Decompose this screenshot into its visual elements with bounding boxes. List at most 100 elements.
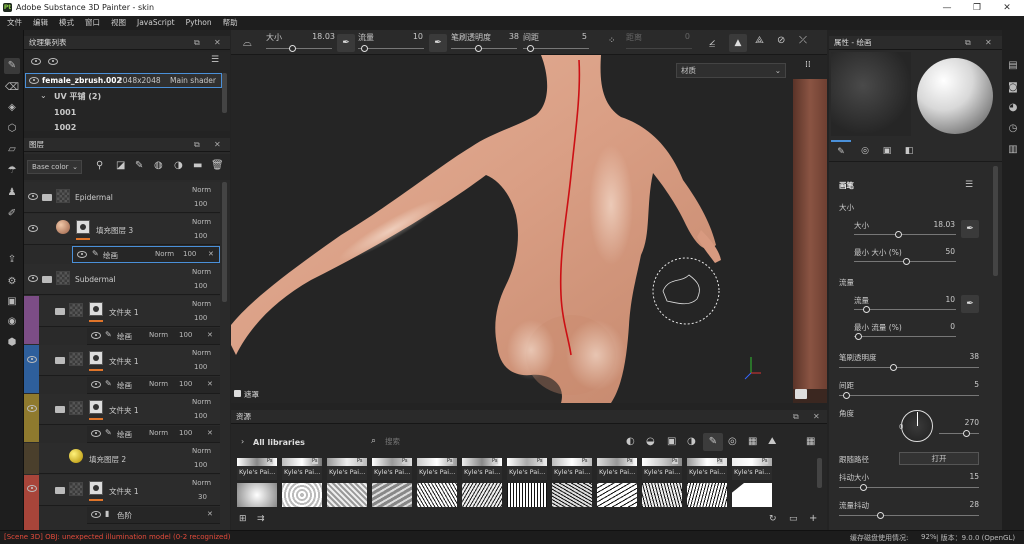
effects-icon[interactable]: ⚲	[96, 160, 103, 171]
trash-icon[interactable]: 🗑	[211, 160, 224, 171]
display-settings-icon[interactable]: ◙	[1005, 80, 1021, 96]
material-sphere-preview[interactable]	[917, 58, 993, 134]
asset-thumbnail[interactable]	[597, 483, 637, 507]
close-panel-icon[interactable]: ✕	[214, 138, 221, 152]
layer-mask[interactable]	[89, 351, 103, 365]
uv-tiles-row[interactable]: ⌄ UV 平铺 (2)	[24, 89, 222, 103]
mirror-icon[interactable]: ⟁	[755, 35, 764, 46]
slider-knob[interactable]	[289, 45, 296, 52]
asset-thumbnail[interactable]	[642, 483, 682, 507]
flow-jitter-slider[interactable]	[839, 515, 979, 516]
blend-mode[interactable]: Norm	[192, 479, 211, 487]
opacity-value[interactable]: 100	[179, 331, 192, 339]
size-jitter-value[interactable]: 15	[939, 472, 979, 481]
blend-mode[interactable]: Norm	[149, 331, 168, 339]
geometry-fill-icon[interactable]: ⬡	[4, 121, 20, 137]
brush-icon[interactable]: ✎	[135, 160, 143, 171]
spacing-value[interactable]: 5	[571, 32, 587, 41]
min-size-value[interactable]: 50	[915, 247, 955, 256]
blend-mode[interactable]: Norm	[149, 380, 168, 388]
stroke-opacity-slider[interactable]	[839, 367, 979, 368]
package-icon[interactable]: ⬢	[4, 335, 20, 351]
material-tab-icon[interactable]: ◎	[855, 140, 875, 162]
occlusion-icon[interactable]: ⊘	[777, 35, 785, 46]
spacing-slider[interactable]	[839, 395, 979, 396]
chevron-right-icon[interactable]: ›	[241, 437, 244, 446]
channel-select[interactable]: Base color ⌄	[27, 160, 82, 174]
sublayer-row[interactable]: ✎ 绘画 Norm 100 ✕	[87, 328, 220, 345]
eye-icon[interactable]	[91, 430, 101, 437]
slider-knob[interactable]	[860, 484, 867, 491]
eye-icon[interactable]	[77, 251, 87, 258]
asset-thumbnail[interactable]	[417, 483, 457, 507]
pen-pressure-icon[interactable]: ✒	[429, 34, 447, 52]
scrollbar[interactable]	[993, 166, 998, 276]
menu-lines-icon[interactable]: ☰	[211, 55, 219, 65]
bake-icon[interactable]: ⚙	[4, 274, 20, 290]
viewer-settings-icon[interactable]: ◕	[1005, 100, 1021, 116]
add-icon[interactable]: +	[809, 513, 817, 524]
close-panel-icon[interactable]: ✕	[813, 410, 820, 424]
asset-thumbnail[interactable]	[507, 483, 547, 507]
lazy-mouse-icon[interactable]: ⁘	[608, 36, 616, 46]
alignment-icon[interactable]: ⦤	[709, 35, 715, 49]
uv-tile-item[interactable]: 1002	[54, 123, 76, 130]
menu-javascript[interactable]: JavaScript	[137, 16, 175, 30]
opacity-value[interactable]: 100	[179, 429, 192, 437]
history-icon[interactable]: ◷	[1005, 121, 1021, 137]
asset-item[interactable]: Ps Kyle's Pai...	[732, 458, 772, 480]
layer-row[interactable]: 文件夹 1 Norm 100	[39, 345, 220, 376]
layer-row[interactable]: 文件夹 1 Norm 100	[39, 394, 220, 425]
close-button[interactable]: ✕	[992, 1, 1022, 15]
remove-icon[interactable]: ✕	[207, 429, 213, 437]
opacity-value[interactable]: 100	[194, 282, 207, 290]
eye-icon[interactable]	[91, 332, 101, 339]
asset-thumbnail[interactable]	[327, 483, 367, 507]
opacity-value[interactable]: 100	[194, 363, 207, 371]
asset-item[interactable]: Ps Kyle's Pai...	[237, 458, 277, 480]
polygon-fill-icon[interactable]: ▱	[4, 142, 20, 158]
float-panel-icon[interactable]: ⧉	[965, 36, 971, 50]
layer-mask[interactable]	[89, 400, 103, 414]
asset-thumbnail[interactable]	[462, 483, 502, 507]
slider-knob[interactable]	[361, 45, 368, 52]
grid-icon[interactable]: ⁞⁞	[805, 60, 811, 70]
eye-icon[interactable]	[31, 58, 41, 65]
slider-knob[interactable]	[963, 430, 970, 437]
eye-icon[interactable]	[91, 511, 101, 518]
menu-window[interactable]: 窗口	[85, 16, 100, 30]
blend-mode[interactable]: Norm	[149, 429, 168, 437]
refresh-icon[interactable]: ↻	[769, 514, 777, 524]
pen-pressure-icon[interactable]: ✒	[961, 220, 979, 238]
layer-mask[interactable]	[89, 302, 103, 316]
slider-knob[interactable]	[877, 512, 884, 519]
opacity-value[interactable]: 100	[194, 461, 207, 469]
asset-thumbnail[interactable]	[237, 483, 277, 507]
procedural-filter-icon[interactable]: ▦	[748, 436, 757, 447]
remove-icon[interactable]: ✕	[207, 510, 213, 518]
material-select[interactable]: 材质 ⌄	[676, 63, 786, 78]
min-flow-value[interactable]: 0	[915, 322, 955, 331]
follow-path-toggle[interactable]: 打开	[899, 452, 979, 465]
blend-mode[interactable]: Norm	[192, 447, 211, 455]
eye-icon[interactable]	[27, 405, 37, 412]
scrollbar[interactable]	[222, 182, 227, 302]
asset-thumbnail[interactable]	[687, 483, 727, 507]
sublayer-row[interactable]: ✎ 绘画 Norm 100 ✕	[87, 377, 220, 394]
camera-icon[interactable]	[795, 389, 807, 399]
pen-pressure-icon[interactable]: ✒	[961, 295, 979, 313]
remove-icon[interactable]: ✕	[207, 331, 213, 339]
asset-thumbnail[interactable]	[732, 483, 772, 507]
asset-item[interactable]: Ps Kyle's Pai...	[552, 458, 592, 480]
viewport-2d[interactable]: ⁞⁞	[793, 55, 827, 403]
scrollbar[interactable]	[817, 458, 822, 488]
slider-knob[interactable]	[527, 45, 534, 52]
texture-filter-icon[interactable]: ◑	[687, 436, 696, 447]
remove-icon[interactable]: ✕	[208, 250, 214, 258]
angle-slider[interactable]	[939, 433, 979, 434]
slider-knob[interactable]	[890, 364, 897, 371]
maximize-button[interactable]: ❐	[962, 1, 992, 15]
grid-view-icon[interactable]: ▦	[806, 436, 815, 447]
smart-material-filter-icon[interactable]: ◒	[646, 436, 655, 447]
texture-set-item[interactable]: female_zbrush.002 2048x2048 Main shader	[25, 73, 222, 88]
